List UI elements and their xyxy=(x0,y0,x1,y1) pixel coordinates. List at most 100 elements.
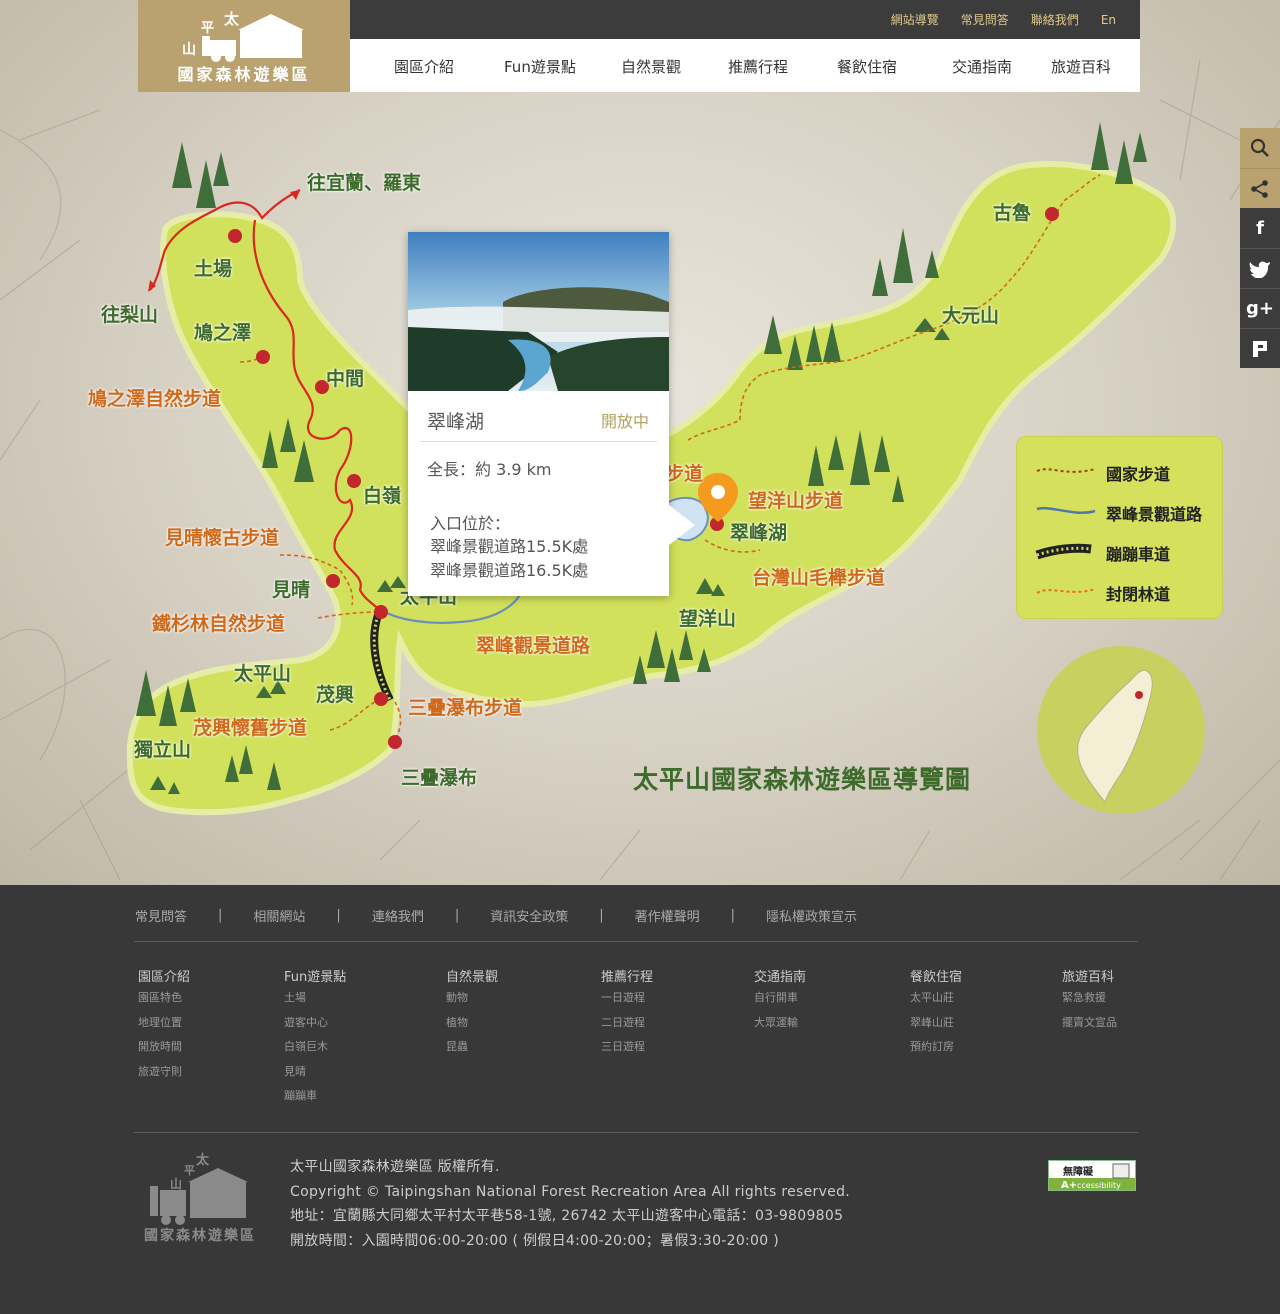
site-logo[interactable]: 太 平 山 國家森林遊樂區 xyxy=(138,0,350,92)
footer-item[interactable]: 旅遊守則 xyxy=(138,1063,190,1088)
footer-col-title: 推薦行程 xyxy=(601,970,654,985)
hours-line: 開放時間：入園時間06:00-20:00 ( 例假日4:00-20:00；暑假3… xyxy=(290,1232,779,1249)
footer-col-title: 旅遊百科 xyxy=(1062,970,1115,985)
accessibility-badge[interactable]: 無障礙 A+ ccessibility xyxy=(1048,1160,1136,1191)
footer-item[interactable]: 緊急救援 xyxy=(1062,989,1117,1014)
legend-national-trail: 國家步道 xyxy=(1017,457,1224,487)
address-line: 地址：宜蘭縣大同鄉太平村太平巷58-1號, 26742 太平山遊客中心電話：03… xyxy=(290,1208,844,1224)
footer-links: 常見問答 | 相關網站 | 連絡我們 | 資訊安全政策 | 著作權聲明 | 隱私權政策宣示 xyxy=(135,906,857,925)
footer-item[interactable]: 二日遊程 xyxy=(601,1014,653,1039)
footer-item[interactable]: 開放時間 xyxy=(138,1038,190,1063)
footer-item[interactable]: 蹦蹦車 xyxy=(284,1087,346,1112)
footer-col-nature: 自然景觀 動物 植物 昆蟲 xyxy=(446,966,498,1063)
footer-faq-link[interactable]: 常見問答 xyxy=(135,906,187,925)
label-duli-mountain: 獨立山 xyxy=(134,739,192,761)
popup-status: 開放中 xyxy=(600,412,649,431)
label-maoxing: 茂興 xyxy=(316,684,355,706)
footer-col-title: Fun遊景點 xyxy=(284,970,347,985)
popup-pointer xyxy=(669,505,695,545)
googleplus-icon[interactable]: g+ xyxy=(1240,288,1280,328)
footer-logo[interactable]: 太 平 山 國家森林遊樂區 xyxy=(140,1150,265,1245)
nav-park-intro[interactable]: 園區介紹 xyxy=(394,39,454,92)
separator: | xyxy=(218,908,223,923)
footer-item[interactable]: 太平山莊 xyxy=(910,989,962,1014)
label-dayuan-mountain: 大元山 xyxy=(942,305,1000,327)
utility-bar: 網站導覽 常見問答 聯絡我們 En xyxy=(350,0,1140,39)
label-jianqing-trail: 見晴懷古步道 xyxy=(165,527,280,549)
label-cuifeng-lake: 翠峰湖 xyxy=(730,522,788,544)
footer-privacy-link[interactable]: 隱私權政策宣示 xyxy=(766,906,857,925)
footer-item[interactable]: 白嶺巨木 xyxy=(284,1038,346,1063)
footer-item[interactable]: 動物 xyxy=(446,989,498,1014)
main-nav: 園區介紹 Fun遊景點 自然景觀 推薦行程 餐飲住宿 交通指南 旅遊百科 xyxy=(350,39,1140,92)
sitemap-link[interactable]: 網站導覽 xyxy=(891,11,939,28)
plurk-icon[interactable] xyxy=(1240,328,1280,368)
svg-text:太: 太 xyxy=(224,10,240,28)
taiwan-island-icon xyxy=(1077,669,1153,804)
popup-length: 全長：約 3.9 km xyxy=(427,460,552,479)
faq-link[interactable]: 常見問答 xyxy=(961,11,1009,28)
copyright-block: 太平山國家森林遊樂區 版權所有. Copyright © Taipingshan… xyxy=(290,1155,850,1253)
footer-item[interactable]: 翠峰山莊 xyxy=(910,1014,962,1039)
footer-item[interactable]: 自行開車 xyxy=(754,989,806,1014)
svg-text:ccessibility: ccessibility xyxy=(1077,1181,1121,1190)
nav-itinerary[interactable]: 推薦行程 xyxy=(728,39,788,92)
label-tuchang: 土場 xyxy=(194,258,233,280)
label-taipingshan: 太平山 xyxy=(234,663,292,685)
footer-item[interactable]: 一日遊程 xyxy=(601,989,653,1014)
copyright-line-2: Copyright © Taipingshan National Forest … xyxy=(290,1183,851,1200)
footer-item[interactable]: 大眾運輸 xyxy=(754,1014,806,1039)
footer-col-title: 餐飲住宿 xyxy=(910,970,963,985)
map-title: 太平山國家森林遊樂區導覽圖 xyxy=(633,765,972,794)
footer-contact-link[interactable]: 連絡我們 xyxy=(372,906,424,925)
footer-col-title: 交通指南 xyxy=(754,970,807,985)
facebook-icon[interactable]: f xyxy=(1240,208,1280,248)
footer-item[interactable]: 見晴 xyxy=(284,1063,346,1088)
footer-item[interactable]: 植物 xyxy=(446,1014,498,1039)
footer-item[interactable]: 三日遊程 xyxy=(601,1038,653,1063)
separator: | xyxy=(599,908,604,923)
national-trail-icon xyxy=(1036,468,1096,473)
footer-item[interactable]: 遊客中心 xyxy=(284,1014,346,1039)
footer-item[interactable]: 預約訂房 xyxy=(910,1038,962,1063)
footer-item[interactable]: 地理位置 xyxy=(138,1014,190,1039)
popup-entrance-label: 入口位於： xyxy=(430,514,511,533)
svg-text:山: 山 xyxy=(170,1176,182,1191)
svg-text:國家森林遊樂區: 國家森林遊樂區 xyxy=(144,1227,256,1244)
label-cuifeng-road: 翠峰觀景道路 xyxy=(476,635,591,657)
footer-copyright-link[interactable]: 著作權聲明 xyxy=(635,906,700,925)
side-toolbar: f g+ xyxy=(1240,128,1280,368)
svg-text:平: 平 xyxy=(201,21,214,36)
footer-item[interactable]: 園區特色 xyxy=(138,989,190,1014)
english-link[interactable]: En xyxy=(1101,13,1116,27)
legend-closed-road: 封閉林道 xyxy=(1017,577,1224,607)
copyright-line-1: 太平山國家森林遊樂區 版權所有. xyxy=(290,1159,500,1175)
cuifeng-lake-photo xyxy=(408,232,669,391)
footer-col-park: 園區介紹 園區特色 地理位置 開放時間 旅遊守則 xyxy=(138,966,190,1087)
footer-col-wiki: 旅遊百科 緊急救援 擺賣文宣品 xyxy=(1062,966,1117,1038)
nav-nature[interactable]: 自然景觀 xyxy=(621,39,681,92)
popup-entrance-1: 翠峰景觀道路15.5K處 xyxy=(430,537,589,556)
footer-security-link[interactable]: 資訊安全政策 xyxy=(490,906,568,925)
nav-fun-spots[interactable]: Fun遊景點 xyxy=(504,39,576,92)
footer-divider xyxy=(134,941,1138,942)
footer-item[interactable]: 土場 xyxy=(284,989,346,1014)
label-bailing: 白嶺 xyxy=(363,485,402,507)
map-legend: 國家步道 翠峰景觀道路 蹦蹦車道 封閉林道 xyxy=(1016,436,1223,619)
footer-item[interactable]: 擺賣文宣品 xyxy=(1062,1014,1117,1039)
nav-transport[interactable]: 交通指南 xyxy=(952,39,1012,92)
location-popup[interactable]: 翠峰湖 開放中 全長：約 3.9 km 入口位於： 翠峰景觀道路15.5K處 翠… xyxy=(408,232,695,596)
svg-text:A+: A+ xyxy=(1061,1180,1077,1190)
contact-link[interactable]: 聯絡我們 xyxy=(1031,11,1079,28)
footer-item[interactable]: 昆蟲 xyxy=(446,1038,498,1063)
nav-travel-wiki[interactable]: 旅遊百科 xyxy=(1051,39,1111,92)
footer-col-title: 自然景觀 xyxy=(446,970,499,985)
search-icon[interactable] xyxy=(1240,128,1280,168)
footer-related-link[interactable]: 相關網站 xyxy=(253,906,305,925)
twitter-icon[interactable] xyxy=(1240,248,1280,288)
label-jiuzhize: 鳩之澤 xyxy=(194,322,252,344)
share-icon[interactable] xyxy=(1240,168,1280,208)
label-maoxing-trail: 茂興懷舊步道 xyxy=(193,717,308,739)
nav-food-lodging[interactable]: 餐飲住宿 xyxy=(837,39,897,92)
footer-col-itinerary: 推薦行程 一日遊程 二日遊程 三日遊程 xyxy=(601,966,653,1063)
